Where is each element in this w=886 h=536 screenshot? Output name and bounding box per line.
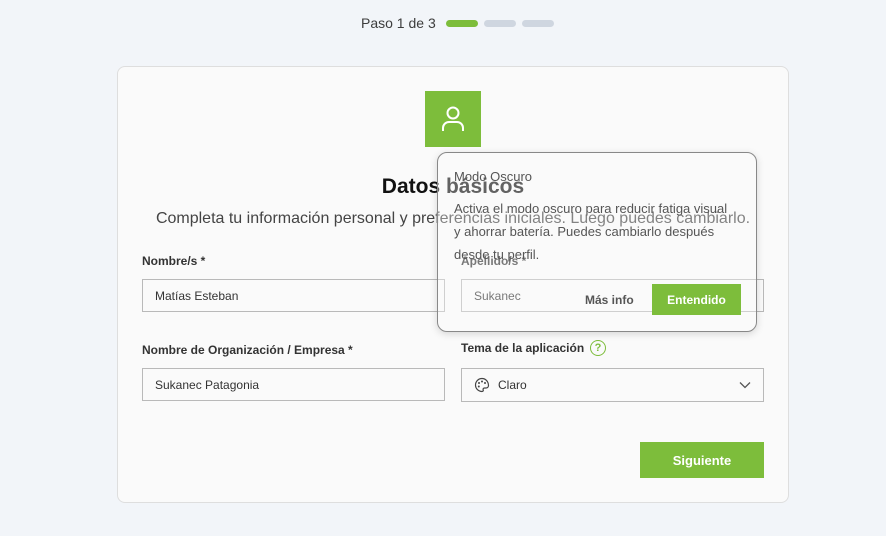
step-segment-1 bbox=[445, 19, 478, 27]
next-button[interactable]: Siguiente bbox=[640, 442, 764, 478]
theme-value: Claro bbox=[498, 378, 527, 392]
palette-icon bbox=[474, 377, 490, 393]
first-name-input[interactable]: Matías Esteban bbox=[142, 279, 445, 312]
dark-mode-tooltip: Modo Oscuro Activa el modo oscuro para r… bbox=[437, 152, 757, 332]
user-avatar bbox=[425, 91, 481, 147]
first-name-label: Nombre/s * bbox=[142, 254, 206, 268]
theme-label: Tema de la aplicación bbox=[461, 341, 585, 355]
question-circle-icon[interactable]: ? bbox=[590, 340, 606, 356]
tooltip-title: Modo Oscuro bbox=[454, 169, 533, 184]
tooltip-body: Activa el modo oscuro para reducir fatig… bbox=[454, 201, 728, 262]
got-it-button[interactable]: Entendido bbox=[652, 284, 741, 315]
step-indicator-text: Paso 1 de 3 bbox=[361, 15, 436, 31]
theme-select[interactable]: Claro bbox=[461, 368, 764, 402]
first-name-value: Matías Esteban bbox=[155, 288, 239, 303]
stepper: Paso 1 de 3 bbox=[361, 15, 554, 31]
more-info-link[interactable]: Más info bbox=[585, 293, 634, 307]
organization-label: Nombre de Organización / Empresa * bbox=[142, 343, 353, 357]
chevron-down-icon bbox=[739, 382, 751, 389]
user-icon bbox=[442, 106, 464, 131]
step-segment-3 bbox=[521, 19, 554, 27]
step-segment-2 bbox=[483, 19, 516, 27]
organization-input[interactable]: Sukanec Patagonia bbox=[142, 368, 445, 401]
organization-value: Sukanec Patagonia bbox=[155, 377, 260, 392]
